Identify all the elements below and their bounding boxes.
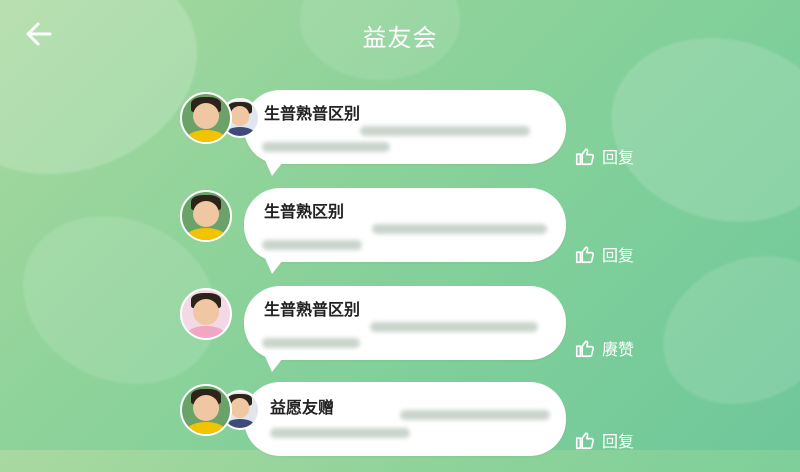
praise-button[interactable]: 赓赞 (574, 334, 654, 362)
thumbs-up-icon (575, 432, 595, 450)
blurred-text (360, 126, 530, 136)
message-item: 益愿友赠 回复 (0, 382, 800, 472)
sender-name: 益愿友赠 (270, 398, 335, 417)
blurred-text (400, 410, 550, 420)
reply-label: 回复 (602, 246, 635, 265)
blurred-text (262, 240, 362, 250)
sender-name: 生普熟普区别 (264, 300, 361, 319)
message-item: 生普熟普区别 回复 (0, 90, 800, 180)
blurred-text (270, 428, 410, 438)
message-item: 生普熟普区别 赓赞 (0, 286, 800, 376)
bubble-tail (264, 354, 286, 372)
blurred-text (262, 142, 390, 152)
avatar[interactable] (180, 288, 232, 340)
reply-button[interactable]: 回复 (574, 240, 654, 268)
avatar[interactable] (180, 190, 232, 242)
thumbs-up-icon (575, 148, 595, 166)
thumbs-up-icon (575, 246, 595, 264)
sender-name: 生普熟区别 (264, 202, 345, 221)
blurred-text (262, 338, 360, 348)
avatar[interactable] (180, 92, 232, 144)
blurred-text (370, 322, 538, 332)
bubble-tail (264, 256, 286, 274)
message-item: 生普熟区别 回复 (0, 188, 800, 278)
bubble-tail (264, 158, 286, 176)
header: 益友会 (0, 0, 800, 70)
avatar[interactable] (180, 384, 232, 436)
page-title: 益友会 (362, 24, 438, 52)
praise-label: 赓赞 (602, 340, 635, 359)
blurred-text (372, 224, 547, 234)
reply-label: 回复 (602, 432, 635, 451)
reply-button[interactable]: 回复 (574, 142, 654, 170)
reply-label: 回复 (602, 148, 635, 167)
thumbs-up-icon (575, 340, 595, 358)
sender-name: 生普熟普区别 (264, 104, 361, 123)
